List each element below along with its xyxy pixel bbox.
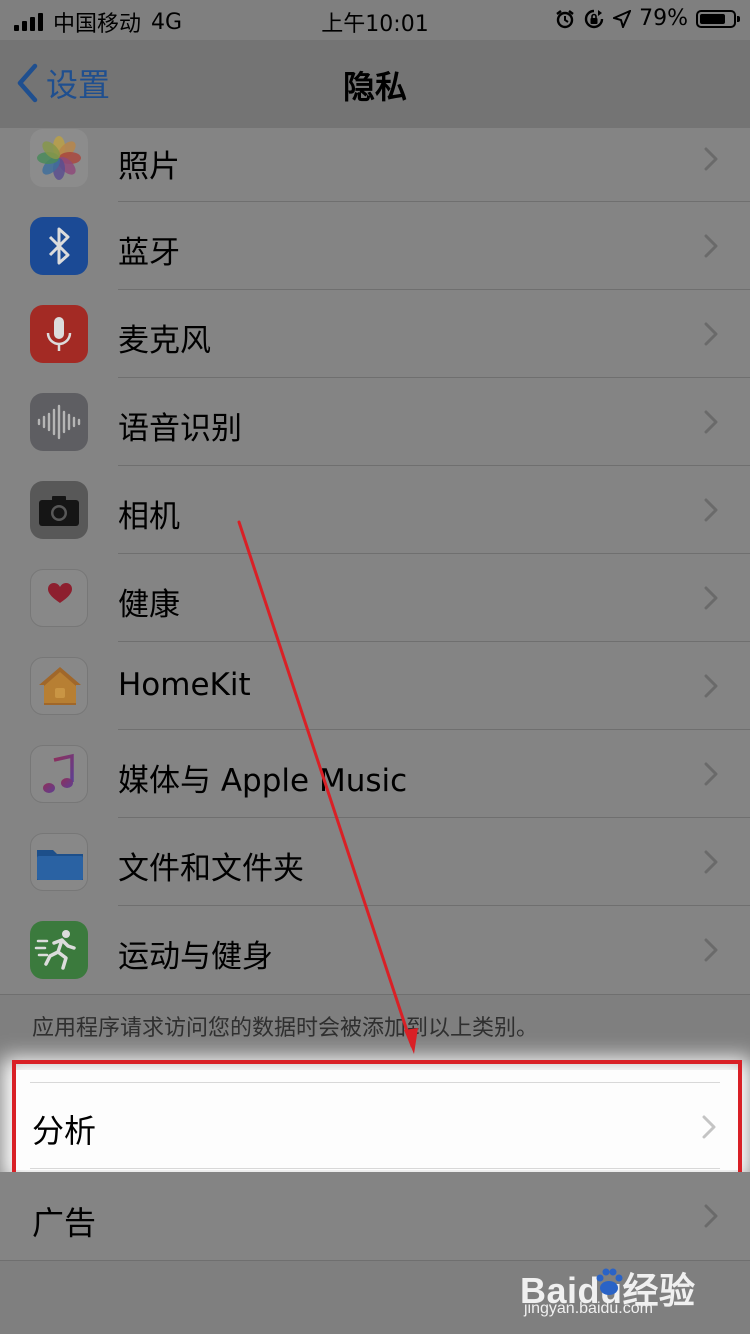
microphone-icon <box>30 305 88 363</box>
privacy-item-label: 文件和文件夹 <box>118 851 304 887</box>
chevron-right-icon <box>704 850 718 874</box>
privacy-item-label: 麦克风 <box>118 323 211 359</box>
alarm-icon <box>556 9 574 28</box>
speech-recognition-icon <box>30 393 88 451</box>
privacy-item-files[interactable]: 文件和文件夹 <box>0 818 750 906</box>
page-title: 隐私 <box>342 68 407 106</box>
camera-icon <box>30 481 88 539</box>
baidu-watermark: Baidu经验 jingyan.baidu.com <box>520 1262 710 1324</box>
privacy-item-health[interactable]: 健康 <box>0 554 750 642</box>
rotation-lock-icon <box>584 9 604 28</box>
privacy-item-homekit[interactable]: HomeKit <box>0 642 750 730</box>
chevron-right-icon <box>704 410 718 434</box>
privacy-item-label: 健康 <box>118 587 180 623</box>
chevron-right-icon <box>704 674 718 698</box>
privacy-item-label: 媒体与 Apple Music <box>118 763 408 799</box>
homekit-icon <box>30 657 88 715</box>
chevron-right-icon <box>704 322 718 346</box>
bluetooth-icon <box>30 217 88 275</box>
fitness-icon <box>30 921 88 979</box>
privacy-item-label: 语音识别 <box>118 411 242 447</box>
chevron-right-icon <box>704 234 718 258</box>
navigation-bar: 设置 隐私 <box>0 40 750 129</box>
advertising-label: 广告 <box>32 1204 97 1242</box>
battery-percent: 79% <box>639 6 688 31</box>
privacy-item-bluetooth[interactable]: 蓝牙 <box>0 202 750 290</box>
chevron-right-icon <box>704 498 718 522</box>
privacy-item-label: 相机 <box>118 499 180 535</box>
privacy-item-label: 运动与健身 <box>118 939 273 975</box>
privacy-item-label: 蓝牙 <box>118 235 180 271</box>
privacy-item-microphone[interactable]: 麦克风 <box>0 290 750 378</box>
battery-icon <box>696 9 740 28</box>
paw-icon <box>596 1268 623 1295</box>
chevron-right-icon <box>704 762 718 786</box>
photos-icon <box>30 129 88 187</box>
status-right: 79% <box>555 6 740 31</box>
privacy-item-fitness[interactable]: 运动与健身 <box>0 906 750 994</box>
chevron-right-icon <box>704 147 718 171</box>
privacy-list: 照片 蓝牙 麦克风 语音识别 相机 健康 HomeKit 媒体与 Apple M… <box>0 128 750 994</box>
privacy-item-speech-recognition[interactable]: 语音识别 <box>0 378 750 466</box>
battery-fill <box>700 13 725 24</box>
status-bar: 中国移动 4G 上午10:01 79% <box>0 0 750 40</box>
files-icon <box>30 833 88 891</box>
chevron-right-icon <box>704 938 718 962</box>
privacy-item-photos[interactable]: 照片 <box>0 128 750 202</box>
privacy-item-label: 照片 <box>118 149 180 185</box>
location-icon <box>613 9 632 28</box>
section-divider <box>0 994 750 995</box>
music-icon <box>30 745 88 803</box>
privacy-item-label: HomeKit <box>118 667 251 703</box>
highlight-box <box>12 1060 742 1180</box>
advertising-row[interactable]: 广告 <box>0 1172 750 1261</box>
section-footer-note: 应用程序请求访问您的数据时会被添加到以上类别。 <box>32 1016 539 1041</box>
analysis-section: 分析 <box>0 1060 750 1180</box>
chevron-right-icon <box>704 586 718 610</box>
watermark-url: jingyan.baidu.com <box>524 1300 653 1317</box>
privacy-item-media-music[interactable]: 媒体与 Apple Music <box>0 730 750 818</box>
privacy-item-camera[interactable]: 相机 <box>0 466 750 554</box>
health-icon <box>30 569 88 627</box>
chevron-right-icon <box>704 1204 718 1228</box>
